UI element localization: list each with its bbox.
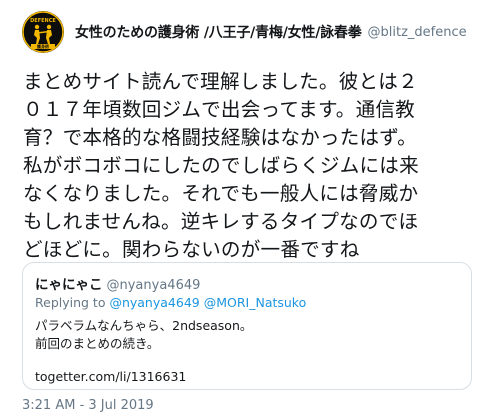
quoted-tweet-text: パラベラムなんちゃら、2ndseason。 前回のまとめの続き。 <box>35 317 459 353</box>
tweet-text-line: どほどに。関わらないのが一番ですね <box>23 238 360 261</box>
reply-mention-link[interactable]: @nyanya4649 <box>109 295 199 310</box>
tweet-text-line: なくなりました。それでも一般人には脅威か <box>23 182 419 205</box>
tweet-text-line: もしれませんね。逆キレするタイプなのでほ <box>23 210 419 233</box>
author-handle[interactable]: @blitz_defence <box>368 25 467 40</box>
quoted-author-name[interactable]: にゃにゃこ <box>35 273 103 293</box>
tweet-timestamp[interactable]: 3:21 AM - 3 Jul 2019 <box>22 398 154 413</box>
reply-mention-link[interactable]: @MORI_Natsuko <box>204 295 307 310</box>
tweet-text: まとめサイト読んで理解しました。彼とは２ ０１７年頃数回ジムで出会ってます。通信… <box>23 68 485 264</box>
replying-to-label: Replying to <box>35 295 110 310</box>
tweet-text-line: 私がボコボコにしたのでしばらくジムには来 <box>23 154 419 177</box>
tweet-text-line: 育？で本格的な格闘技経験はなかったはず。 <box>23 126 417 149</box>
martial-arts-logo-icon: DEFENCE 護身術 <box>22 11 64 53</box>
tweet-header: DEFENCE 護身術 女性のための護身術 /八王子/青梅/女性/詠春拳 @bl… <box>22 10 467 54</box>
svg-text:護身術: 護身術 <box>37 43 49 49</box>
quoted-tweet-header: にゃにゃこ @nyanya4649 <box>35 273 459 293</box>
tweet-text-line: まとめサイト読んで理解しました。彼とは２ <box>23 70 418 93</box>
quoted-text-line: 前回のまとめの続き。 <box>35 336 160 351</box>
replying-to-line: Replying to @nyanya4649 @MORI_Natsuko <box>35 295 459 313</box>
svg-text:DEFENCE: DEFENCE <box>30 18 56 24</box>
quoted-tweet-card[interactable]: にゃにゃこ @nyanya4649 Replying to @nyanya464… <box>22 262 472 390</box>
author-display-name[interactable]: 女性のための護身術 /八王子/青梅/女性/詠春拳 <box>75 22 362 42</box>
quoted-author-handle[interactable]: @nyanya4649 <box>107 278 201 293</box>
quoted-tweet-link[interactable]: togetter.com/li/1316631 <box>35 369 459 384</box>
tweet-text-line: ０１７年頃数回ジムで出会ってます。通信教 <box>23 98 415 121</box>
avatar[interactable]: DEFENCE 護身術 <box>22 11 64 53</box>
quoted-text-line: パラベラムなんちゃら、2ndseason。 <box>35 318 253 333</box>
